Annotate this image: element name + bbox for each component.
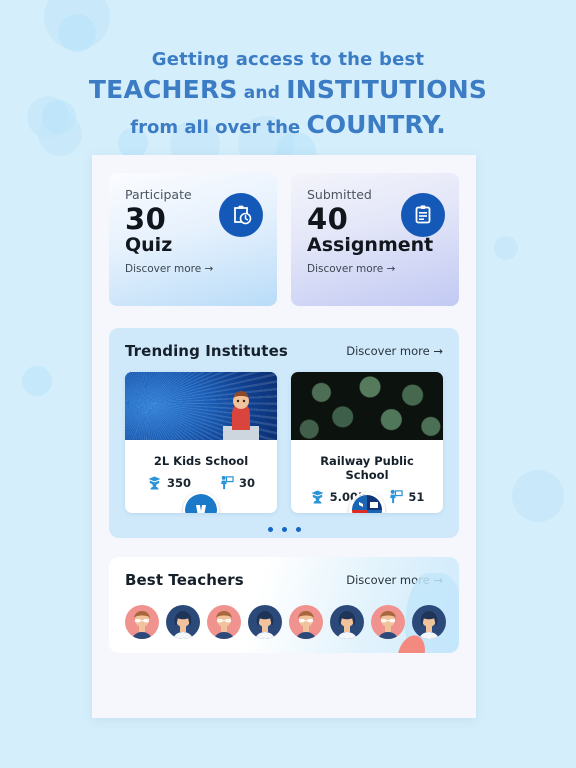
quiz-stat-card[interactable]: Participate 30 Quiz Discover more →	[109, 173, 277, 306]
institute-teachers-count: 30	[238, 475, 255, 490]
institute-students-count: 350	[166, 475, 191, 490]
blue-feather-photo	[125, 372, 277, 440]
avatar[interactable]	[166, 605, 200, 639]
quiz-card-title: Quiz	[125, 234, 173, 257]
trending-discover-more-link[interactable]: Discover more →	[346, 344, 443, 358]
assignment-stat-card[interactable]: Submitted 40 Assignment Discover more →	[291, 173, 459, 306]
clipboard-lines-icon	[401, 193, 445, 237]
trending-header: Trending Institutes Discover more →	[125, 342, 443, 360]
teacher-avatar-list	[125, 605, 446, 639]
carousel-dot[interactable]	[295, 527, 301, 532]
carousel-dot[interactable]	[281, 527, 287, 532]
page-headline: Getting access to the best TEACHERS and …	[0, 48, 576, 141]
carousel-dots[interactable]	[125, 527, 443, 532]
avatar[interactable]	[125, 605, 159, 639]
app-screen-panel: Participate 30 Quiz Discover more → Subm…	[92, 155, 476, 718]
headline-institutions: INSTITUTIONS	[286, 74, 488, 104]
institute-name: Railway Public School	[320, 454, 414, 482]
headline-and: and	[237, 82, 287, 103]
headline-teachers: TEACHERS	[88, 74, 238, 104]
institute-stats: 350 30	[133, 475, 269, 490]
institute-card[interactable]: Railway Public School 5.00K 51	[291, 372, 443, 513]
avatar[interactable]	[330, 605, 364, 639]
background-bubble	[58, 14, 96, 52]
best-teachers-title: Best Teachers	[125, 571, 244, 589]
institute-card-body: 2L Kids School 350 30	[125, 440, 277, 499]
avatar[interactable]	[412, 605, 446, 639]
child-figure	[223, 391, 259, 440]
institute-teachers-stat: 30	[219, 475, 255, 490]
institute-card[interactable]: 2L Kids School 350 30	[125, 372, 277, 513]
graduate-student-icon	[148, 476, 161, 490]
avatar[interactable]	[207, 605, 241, 639]
headline-from-all-over: from all over the	[130, 116, 307, 138]
stat-cards-row: Participate 30 Quiz Discover more → Subm…	[109, 173, 459, 306]
avatar[interactable]	[248, 605, 282, 639]
assignment-discover-more-link[interactable]: Discover more →	[307, 263, 443, 275]
green-ginkgo-leaves-photo	[291, 372, 443, 440]
assignment-card-title: Assignment	[307, 234, 434, 257]
best-teachers-header: Best Teachers Discover more →	[125, 571, 443, 589]
graduate-student-icon	[311, 490, 324, 504]
headline-line-3: from all over the COUNTRY.	[0, 108, 576, 141]
institute-card-list: 2L Kids School 350 30 Railway Public Sch…	[125, 372, 443, 513]
avatar[interactable]	[371, 605, 405, 639]
institute-teachers-count: 51	[408, 489, 425, 504]
avatar[interactable]	[289, 605, 323, 639]
trending-institutes-section: Trending Institutes Discover more → 2L K…	[109, 328, 459, 538]
teacher-board-icon	[390, 489, 403, 504]
headline-line-2: TEACHERS and INSTITUTIONS	[0, 73, 576, 106]
carousel-dot[interactable]	[267, 527, 273, 532]
background-bubble	[512, 470, 564, 522]
background-bubble	[22, 366, 52, 396]
background-bubble	[494, 236, 518, 260]
best-teachers-section: Best Teachers Discover more →	[109, 557, 459, 653]
headline-line-1: Getting access to the best	[151, 49, 425, 70]
headline-country: COUNTRY.	[306, 109, 446, 139]
quiz-discover-more-link[interactable]: Discover more →	[125, 263, 261, 275]
institute-students-stat: 350	[147, 475, 191, 490]
clipboard-clock-icon	[219, 193, 263, 237]
institute-teachers-stat: 51	[388, 489, 424, 504]
institute-name: 2L Kids School	[153, 454, 249, 468]
trending-title: Trending Institutes	[125, 342, 288, 360]
teacher-board-icon	[221, 475, 234, 490]
